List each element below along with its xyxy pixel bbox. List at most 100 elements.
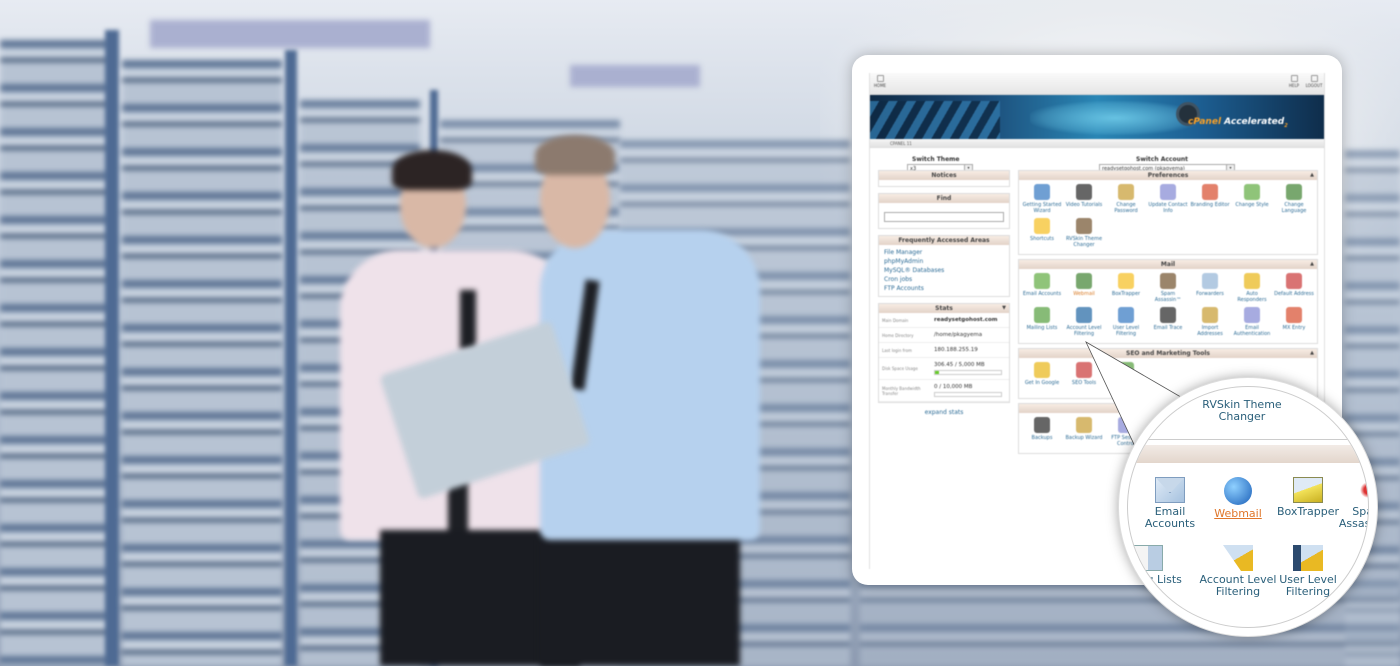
account-level-filtering-icon	[1076, 307, 1092, 323]
increase-website-traffic-icon	[1118, 362, 1134, 378]
collapse-icon[interactable]: ▼	[1002, 304, 1006, 313]
expand-stats-link[interactable]: expand stats	[878, 409, 1010, 416]
webmail-icon	[1076, 273, 1092, 289]
icon-item-rvskin-theme-changer[interactable]: RVSkin Theme Changer	[1063, 218, 1105, 248]
magnified-rvskin-label: RVSkin Theme Changer	[1202, 398, 1282, 423]
get-in-google-icon	[1034, 362, 1050, 378]
find-input[interactable]	[884, 211, 1004, 222]
group-header[interactable]: Mail ▲	[1019, 260, 1317, 269]
find-box: Find	[878, 193, 1010, 229]
icon-item-default-address[interactable]: Default Address	[1273, 273, 1315, 303]
mailing-lists-icon	[1133, 545, 1163, 571]
icon-item-forwarders[interactable]: Forwarders	[1189, 273, 1231, 303]
bandwidth-usage-bar	[934, 392, 1002, 397]
backups-icon	[1034, 417, 1050, 433]
find-header: Find	[879, 194, 1009, 203]
link-file-manager[interactable]: File Manager	[884, 248, 1004, 257]
icon-item-email-authentication[interactable]: Email Authentication	[1231, 307, 1273, 337]
help-button[interactable]: HELP	[1284, 75, 1304, 88]
email-authentication-icon	[1244, 307, 1260, 323]
icon-item-user-level-filtering[interactable]: User Level Filtering	[1105, 307, 1147, 337]
collapse-icon[interactable]: ▲	[1310, 171, 1314, 180]
collapse-icon[interactable]: ▲	[1310, 349, 1314, 358]
home-button[interactable]: HOME	[870, 75, 890, 88]
stat-row: Main Domain readysetgohost.com	[879, 313, 1009, 328]
icon-item-mailing-lists[interactable]: Mailing Lists	[1021, 307, 1063, 337]
icon-item-import-addresses[interactable]: Import Addresses	[1189, 307, 1231, 337]
logout-button[interactable]: LOGOUT	[1304, 75, 1324, 88]
link-phpmyadmin[interactable]: phpMyAdmin	[884, 257, 1004, 266]
magnified-mail-header	[1128, 445, 1368, 463]
home-icon	[876, 75, 884, 82]
stat-row: Last login from 180.188.255.19	[879, 343, 1009, 358]
icon-item-increase-website-traffic[interactable]: Increase Website Traffic	[1105, 362, 1147, 392]
disk-usage-bar	[934, 370, 1002, 375]
magnified-user-level-filtering[interactable]: User Level Filtering	[1268, 545, 1348, 598]
collapse-icon[interactable]: ▲	[1310, 260, 1314, 269]
stats-header[interactable]: Stats ▼	[879, 304, 1009, 313]
icon-item-webmail[interactable]: Webmail	[1063, 273, 1105, 303]
user-filter-icon	[1293, 545, 1323, 571]
icon-item-email-trace[interactable]: Email Trace	[1147, 307, 1189, 337]
link-cron-jobs[interactable]: Cron jobs	[884, 275, 1004, 284]
magnified-mailing-lists[interactable]: Mailing Lists	[1128, 545, 1188, 586]
icon-item-video-tutorials[interactable]: Video Tutorials	[1063, 184, 1105, 214]
switch-theme-label: Switch Theme	[912, 156, 960, 163]
icon-item-boxtrapper[interactable]: BoxTrapper	[1105, 273, 1147, 303]
icon-item-seo-tools[interactable]: SEO Tools	[1063, 362, 1105, 392]
import-addresses-icon	[1202, 307, 1218, 323]
icon-item-account-level-filtering[interactable]: Account Level Filtering	[1063, 307, 1105, 337]
magnified-account-level-filtering[interactable]: Account Level Filtering	[1198, 545, 1278, 598]
frequently-accessed-header: Frequently Accessed Areas	[879, 236, 1009, 245]
group-mail: Mail ▲ Email Accounts Webmail BoxTrapper Spam…	[1018, 259, 1318, 344]
email-trace-icon	[1160, 307, 1176, 323]
shortcuts-icon	[1034, 218, 1050, 234]
spam-assassin-icon	[1353, 477, 1368, 503]
email-accounts-icon	[1034, 273, 1050, 289]
stat-row: Disk Space Usage 306.45 / 5,000 MB	[879, 358, 1009, 380]
icon-item-email-accounts[interactable]: Email Accounts	[1021, 273, 1063, 303]
icon-item-getting-started-wizard[interactable]: Getting Started Wizard	[1021, 184, 1063, 214]
envelope-icon	[1155, 477, 1185, 503]
icon-item-auto-responders[interactable]: Auto Responders	[1231, 273, 1273, 303]
video-tutorials-icon	[1076, 184, 1092, 200]
icon-item-mx-entry[interactable]: MX Entry	[1273, 307, 1315, 337]
update-contact-info-icon	[1160, 184, 1176, 200]
left-column: Notices Find Frequently Accessed Areas F…	[878, 170, 1010, 416]
filter-funnel-icon	[1223, 545, 1253, 571]
group-header[interactable]: Preferences ▲	[1019, 171, 1317, 180]
icon-item-change-password[interactable]: Change Password	[1105, 184, 1147, 214]
frequently-accessed-box: Frequently Accessed Areas File Manager p…	[878, 235, 1010, 297]
breadcrumb[interactable]: CPANEL 11	[870, 139, 1324, 148]
rvskin-theme-changer-icon	[1076, 218, 1092, 234]
banner-cables-graphic	[870, 101, 1000, 139]
magnified-spam-assassin[interactable]: Spam Assassin™	[1328, 477, 1368, 530]
server-rack	[0, 40, 110, 666]
change-language-icon	[1286, 184, 1302, 200]
icon-item-get-in-google[interactable]: Get In Google	[1021, 362, 1063, 392]
rack-rail	[285, 50, 297, 666]
icon-item-update-contact-info[interactable]: Update Contact Info	[1147, 184, 1189, 214]
stat-row: Monthly Bandwidth Transfer 0 / 10,000 MB	[879, 380, 1009, 402]
boxtrapper-icon	[1293, 477, 1323, 503]
icon-item-branding-editor[interactable]: Branding Editor	[1189, 184, 1231, 214]
notices-box: Notices	[878, 170, 1010, 187]
seo-tools-icon	[1076, 362, 1092, 378]
icon-item-backups[interactable]: Backups	[1021, 417, 1063, 447]
icon-item-backup-wizard[interactable]: Backup Wizard	[1063, 417, 1105, 447]
default-address-icon	[1286, 273, 1302, 289]
notices-header: Notices	[879, 171, 1009, 180]
icon-item-spam-assassin[interactable]: Spam Assassin™	[1147, 273, 1189, 303]
link-ftp-accounts[interactable]: FTP Accounts	[884, 284, 1004, 293]
change-password-icon	[1118, 184, 1134, 200]
user-level-filtering-icon	[1118, 307, 1134, 323]
icon-item-change-language[interactable]: Change Language	[1273, 184, 1315, 214]
magnifier-circle: RVSkin Theme Changer Email Accounts Webm…	[1118, 377, 1378, 637]
stats-box: Stats ▼ Main Domain readysetgohost.com H…	[878, 303, 1010, 403]
logout-icon	[1310, 75, 1318, 82]
link-mysql-databases[interactable]: MySQL® Databases	[884, 266, 1004, 275]
icon-item-shortcuts[interactable]: Shortcuts	[1021, 218, 1063, 248]
magnified-webmail[interactable]: Webmail	[1198, 477, 1278, 520]
group-header[interactable]: SEO and Marketing Tools ▲	[1019, 349, 1317, 358]
icon-item-change-style[interactable]: Change Style	[1231, 184, 1273, 214]
